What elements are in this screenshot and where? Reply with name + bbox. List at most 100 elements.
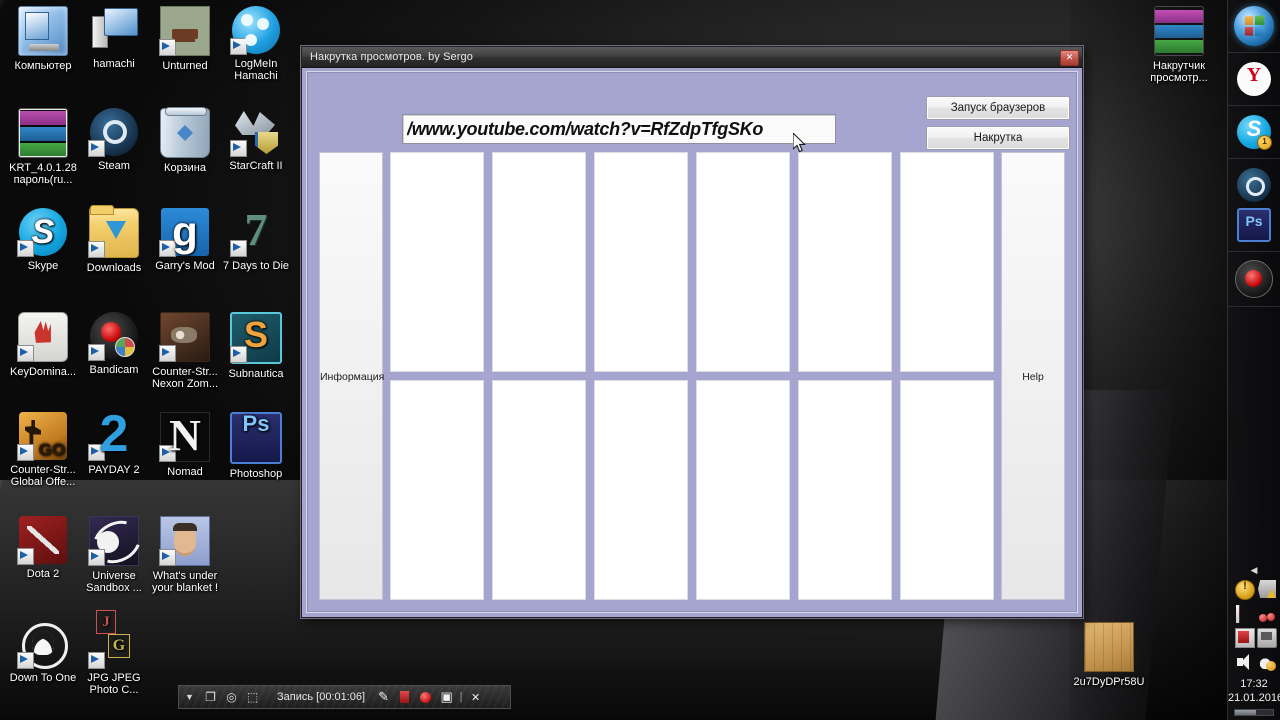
desktop-icon[interactable]: Subnautica bbox=[219, 312, 293, 380]
desktop-icon[interactable]: Garry's Mod bbox=[148, 204, 222, 272]
computer-icon bbox=[18, 6, 68, 56]
downtoone-icon bbox=[17, 620, 68, 669]
volume-icon[interactable] bbox=[1236, 653, 1254, 671]
browser-cell[interactable] bbox=[798, 152, 892, 372]
desktop-icon[interactable]: StarCraft II bbox=[219, 108, 293, 172]
browser-cell[interactable] bbox=[492, 380, 586, 600]
stop-square bbox=[400, 691, 410, 703]
yandex-icon[interactable] bbox=[1237, 62, 1271, 96]
browser-cell[interactable] bbox=[390, 380, 484, 600]
cherry-icon[interactable] bbox=[1258, 605, 1276, 623]
desktop-icon-label: Counter-Str... Nexon Zom... bbox=[151, 366, 219, 390]
desktop-icon[interactable]: Nomad bbox=[148, 408, 222, 478]
desktop-icon[interactable]: LogMeIn Hamachi bbox=[219, 6, 293, 82]
desktop-icon-label: Компьютер bbox=[14, 60, 72, 72]
desktop-icon[interactable]: KRT_4.0.1.28 пароль(ru... bbox=[6, 108, 80, 186]
grid-area: Информация Help bbox=[319, 152, 1065, 600]
browser-cell[interactable] bbox=[492, 152, 586, 372]
flag-icon[interactable] bbox=[1236, 605, 1240, 623]
browser-cell[interactable] bbox=[696, 152, 790, 372]
desktop-icon[interactable]: Bandicam bbox=[77, 312, 151, 376]
desktop-icon[interactable]: Накрутчик просмотр... bbox=[1142, 6, 1216, 84]
photoshop-icon[interactable] bbox=[1237, 208, 1271, 242]
shortcut-arrow-icon bbox=[88, 241, 105, 258]
taskbar-item-skype[interactable]: 1 bbox=[1228, 106, 1280, 159]
bandicam-icon[interactable] bbox=[1235, 260, 1273, 298]
clock-time[interactable]: 17:32 bbox=[1228, 671, 1280, 691]
desktop-icon[interactable]: Корзина bbox=[148, 107, 222, 174]
desktop-icon[interactable]: Downloads bbox=[77, 205, 151, 274]
camera-icon[interactable]: ▣ bbox=[437, 689, 456, 705]
desktop-icon-label: KRT_4.0.1.28 пароль(ru... bbox=[9, 162, 77, 186]
logmein-icon bbox=[230, 6, 280, 55]
browser-cell[interactable] bbox=[594, 152, 688, 372]
network-warning-icon[interactable] bbox=[1258, 653, 1276, 671]
chevron-down-icon[interactable]: ▼ bbox=[180, 689, 199, 705]
desktop-icon[interactable]: PAYDAY 2 bbox=[77, 404, 151, 476]
windows-start-orb-icon bbox=[1234, 6, 1274, 46]
shield-warning-icon[interactable] bbox=[1235, 580, 1255, 600]
kaspersky-icon[interactable] bbox=[1258, 580, 1276, 598]
browser-cell[interactable] bbox=[390, 152, 484, 372]
app-window[interactable]: Накрутка просмотров. by Sergo ✕ Запуск б… bbox=[301, 46, 1083, 618]
desktop-icon-label: Garry's Mod bbox=[155, 260, 215, 272]
desktop-icon[interactable]: JPG JPEG Photo C... bbox=[77, 610, 151, 696]
gmod-icon bbox=[159, 204, 209, 260]
window-titlebar[interactable]: Накрутка просмотров. by Sergo ✕ bbox=[302, 47, 1082, 68]
desktop-icon[interactable]: Unturned bbox=[148, 6, 222, 72]
unturned-icon bbox=[159, 6, 210, 56]
skype-icon[interactable]: 1 bbox=[1237, 115, 1272, 150]
shortcut-arrow-icon bbox=[88, 549, 105, 566]
desktop-icon-label: Counter-Str... Global Offe... bbox=[10, 464, 76, 488]
shortcut-arrow-icon bbox=[230, 240, 247, 257]
desktop-icon-label: LogMeIn Hamachi bbox=[234, 58, 278, 82]
tray-expand-icon[interactable]: ◀ bbox=[1228, 563, 1280, 580]
boost-button[interactable]: Накрутка bbox=[926, 126, 1070, 150]
close-icon[interactable]: ✕ bbox=[466, 689, 485, 705]
desktop-icon[interactable]: Skype bbox=[6, 208, 80, 272]
desktop-icon[interactable]: 2u7DyDPr58U bbox=[1072, 622, 1146, 688]
record-icon[interactable] bbox=[416, 689, 435, 705]
url-input-wrapper[interactable] bbox=[402, 114, 836, 144]
browser-cell[interactable] bbox=[900, 380, 994, 600]
desktop-icon[interactable]: Counter-Str... Nexon Zom... bbox=[148, 312, 222, 390]
clock-date[interactable]: 21.01.2016 bbox=[1228, 691, 1280, 705]
desktop-icon[interactable]: 7 Days to Die bbox=[219, 202, 293, 272]
info-pane[interactable]: Информация bbox=[319, 152, 384, 600]
desktop-icon[interactable]: Photoshop bbox=[219, 412, 293, 480]
desktop-icon[interactable]: Counter-Str... Global Offe... bbox=[6, 412, 80, 488]
taskbar-item-steam-photoshop[interactable] bbox=[1228, 159, 1280, 252]
network-monitor-icon[interactable] bbox=[1257, 628, 1277, 648]
magnifier-icon[interactable]: ◎ bbox=[222, 689, 241, 705]
desktop-icon[interactable]: Down To One bbox=[6, 620, 80, 684]
desktop-icon[interactable]: Universe Sandbox ... bbox=[77, 516, 151, 594]
help-pane[interactable]: Help bbox=[1001, 152, 1065, 600]
window-icon[interactable]: ❐ bbox=[201, 689, 220, 705]
url-input[interactable] bbox=[403, 115, 835, 143]
scrollbar[interactable] bbox=[1234, 709, 1274, 716]
start-button[interactable] bbox=[1234, 6, 1274, 46]
recording-toolbar[interactable]: ▼ ❐ ◎ ⬚ Запись [00:01:06] ✎ ▣ | ✕ bbox=[178, 685, 511, 709]
taskbar-item-yandex[interactable] bbox=[1228, 53, 1280, 106]
desktop-icon[interactable]: What's under your blanket ! bbox=[148, 516, 222, 594]
desktop-icon[interactable]: Steam bbox=[77, 108, 151, 172]
browser-cell[interactable] bbox=[798, 380, 892, 600]
browser-cell[interactable] bbox=[900, 152, 994, 372]
desktop-icon[interactable]: Компьютер bbox=[6, 6, 80, 72]
close-icon[interactable]: ✕ bbox=[1060, 50, 1079, 66]
pencil-icon[interactable]: ✎ bbox=[374, 689, 393, 705]
taskbar-item-bandicam[interactable] bbox=[1228, 252, 1280, 307]
steam-icon bbox=[88, 108, 138, 157]
launch-browsers-button[interactable]: Запуск браузеров bbox=[926, 96, 1070, 120]
browser-cell[interactable] bbox=[696, 380, 790, 600]
region-icon[interactable]: ⬚ bbox=[243, 689, 262, 705]
desktop-icon[interactable]: hamachi bbox=[77, 6, 151, 70]
desktop-icon-label: Dota 2 bbox=[26, 568, 60, 580]
desktop-icon[interactable]: Dota 2 bbox=[6, 516, 80, 580]
dota-icon bbox=[17, 516, 67, 565]
steam-icon[interactable] bbox=[1237, 168, 1271, 202]
desktop-icon[interactable]: KeyDomina... bbox=[6, 312, 80, 378]
browser-cell[interactable] bbox=[594, 380, 688, 600]
red-document-icon[interactable] bbox=[1235, 628, 1255, 648]
stop-icon[interactable] bbox=[395, 689, 414, 705]
